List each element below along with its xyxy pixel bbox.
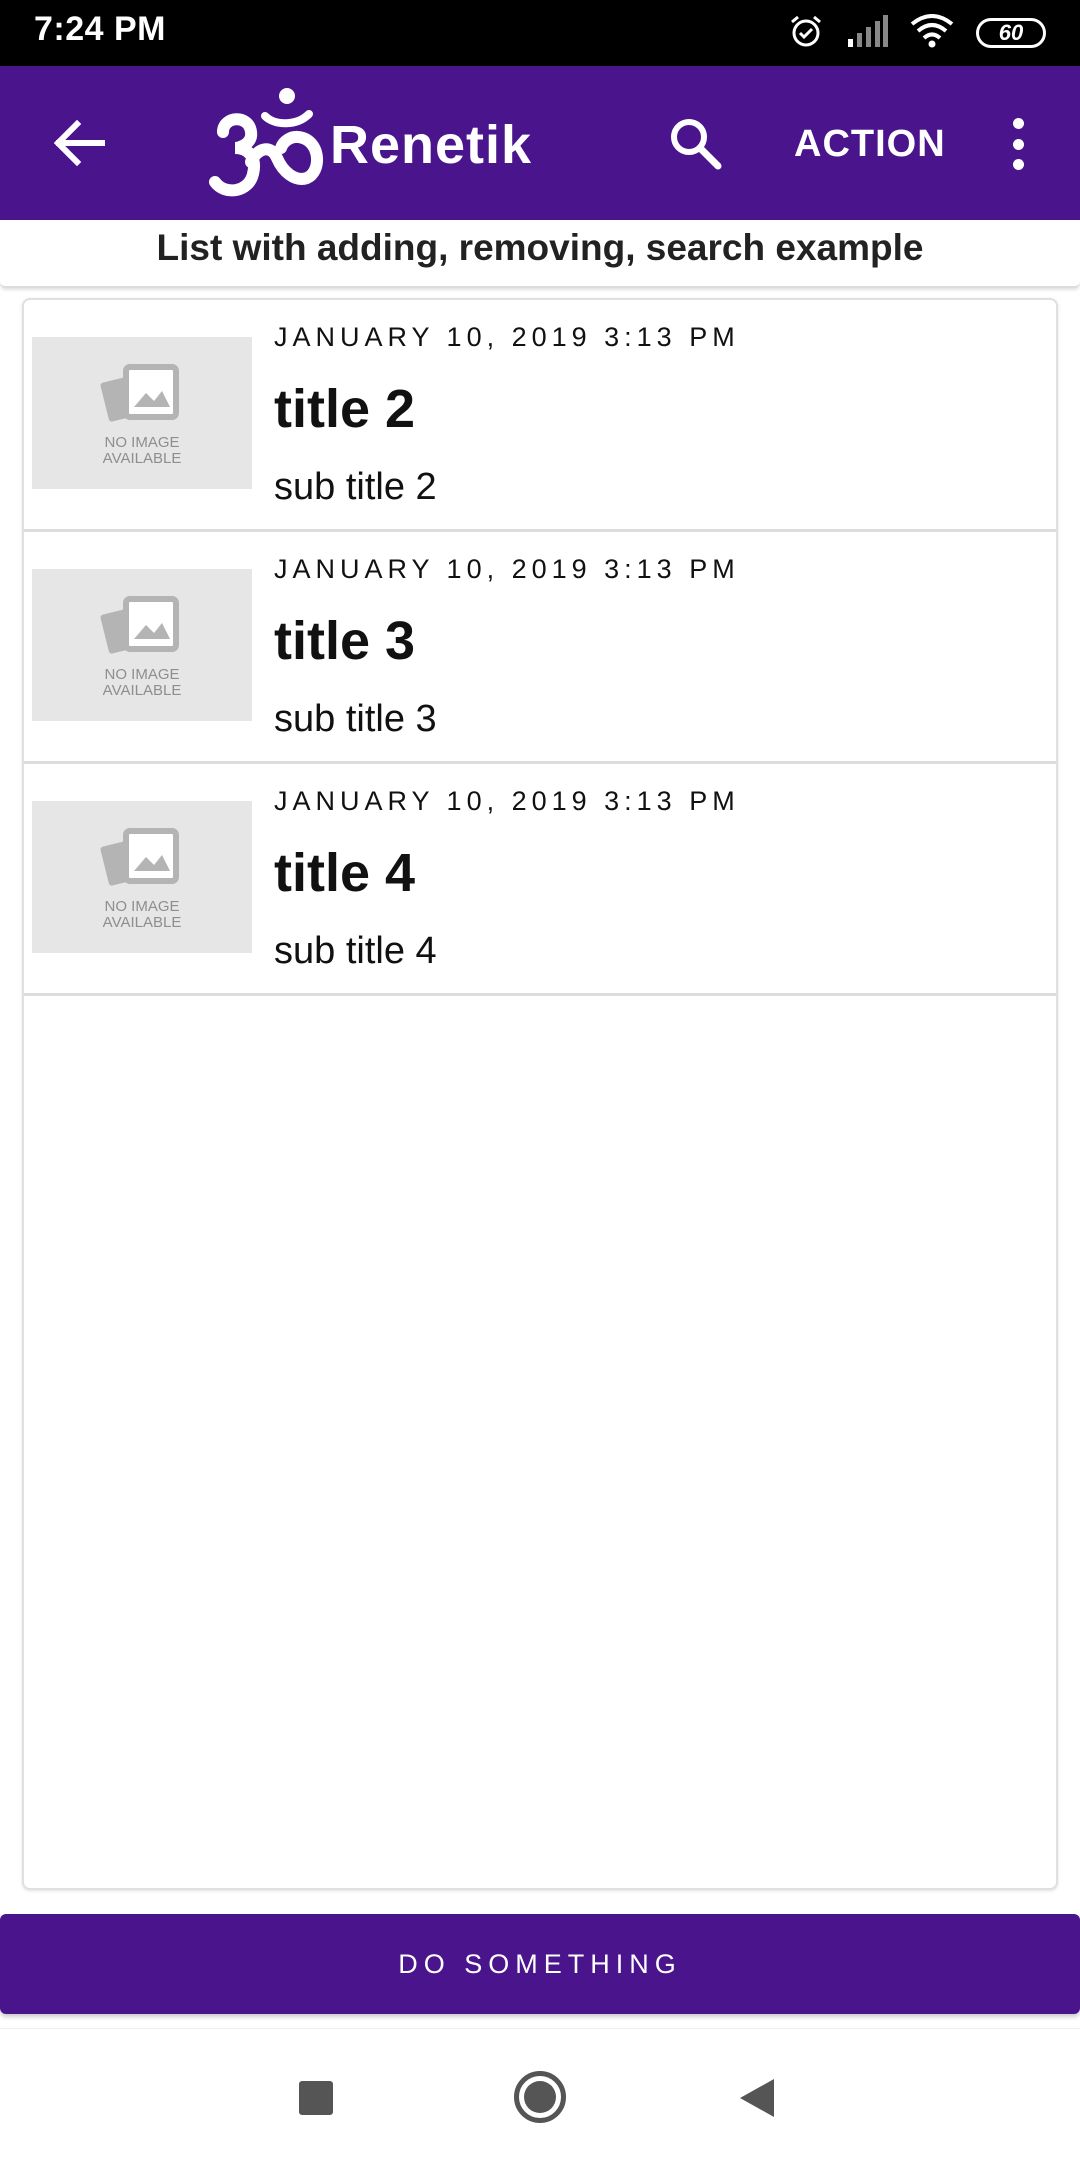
item-title: title 4 [274,843,416,903]
image-placeholder-icon [100,596,179,654]
list-item[interactable]: NO IMAGE AVAILABLE JANUARY 10, 2019 3:13 … [24,764,1056,996]
no-image-label: NO IMAGE AVAILABLE [102,666,182,699]
item-title: title 2 [274,379,416,439]
back-arrow-icon [53,120,105,166]
action-button[interactable]: ACTION [780,116,960,172]
search-icon [671,119,722,170]
alarm-icon [788,13,824,54]
back-button[interactable] [44,108,114,178]
item-thumbnail: NO IMAGE AVAILABLE [32,337,252,489]
item-date: JANUARY 10, 2019 3:13 PM [274,786,740,816]
item-subtitle: sub title 2 [274,466,437,508]
navigation-bar [0,2028,1080,2160]
status-icons: 60 [788,12,1046,54]
app-bar: Renetik ACTION [0,66,1080,220]
battery-icon: 60 [976,18,1046,48]
more-vert-icon[interactable] [990,112,1046,176]
item-thumbnail: NO IMAGE AVAILABLE [32,569,252,721]
no-image-label: NO IMAGE AVAILABLE [102,434,182,467]
recent-apps-icon[interactable] [299,2081,333,2115]
back-triangle-icon[interactable] [740,2079,774,2117]
item-subtitle: sub title 4 [274,930,437,972]
no-image-label: NO IMAGE AVAILABLE [102,898,182,931]
signal-icon [846,14,888,52]
screen-subtitle: List with adding, removing, search examp… [0,220,1080,288]
list-item[interactable]: NO IMAGE AVAILABLE JANUARY 10, 2019 3:13 … [24,300,1056,532]
item-title: title 3 [274,611,416,671]
item-date: JANUARY 10, 2019 3:13 PM [274,322,740,352]
home-icon[interactable] [514,2071,566,2123]
item-date: JANUARY 10, 2019 3:13 PM [274,554,740,584]
item-subtitle: sub title 3 [274,698,437,740]
item-list[interactable]: NO IMAGE AVAILABLE JANUARY 10, 2019 3:13 … [22,298,1058,1890]
search-button[interactable] [660,108,730,178]
list-item[interactable]: NO IMAGE AVAILABLE JANUARY 10, 2019 3:13 … [24,532,1056,764]
status-bar: 7:24 PM 60 [0,0,1080,66]
om-logo-icon [205,82,325,206]
app-title: Renetik [330,115,533,175]
image-placeholder-icon [100,364,179,422]
image-placeholder-icon [100,828,179,886]
wifi-icon [910,13,954,53]
item-thumbnail: NO IMAGE AVAILABLE [32,801,252,953]
status-time: 7:24 PM [34,10,166,48]
do-something-button[interactable]: DO SOMETHING [0,1914,1080,2014]
